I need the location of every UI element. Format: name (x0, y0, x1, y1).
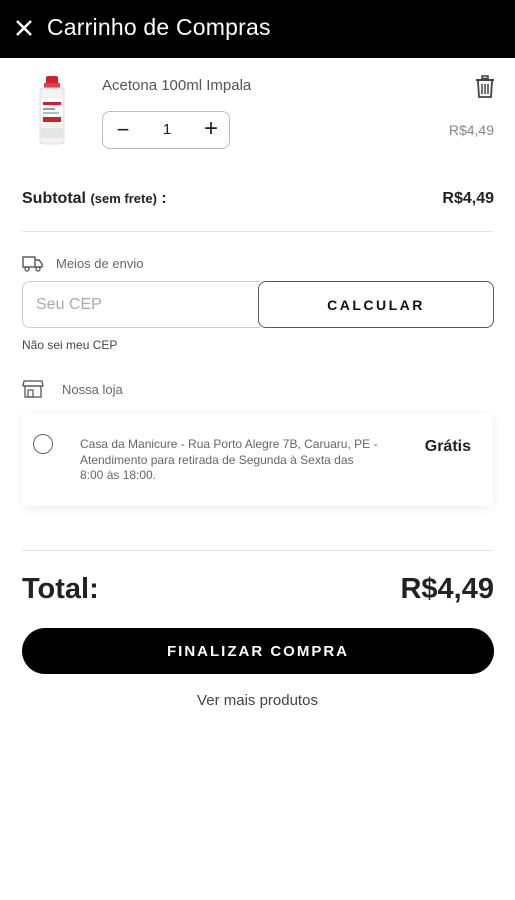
total-value: R$4,49 (400, 573, 494, 605)
close-icon[interactable] (14, 17, 34, 39)
store-description: Casa da Manicure - Rua Porto Alegre 7B, … (80, 437, 378, 482)
store-label: Nossa loja (62, 382, 123, 397)
cep-input[interactable] (22, 281, 260, 328)
item-price: R$4,49 (448, 122, 494, 138)
quantity-stepper: − 1 + (102, 111, 230, 149)
subtotal-label: Subtotal (sem frete) : (22, 190, 167, 207)
increase-quantity-button[interactable]: + (201, 117, 221, 141)
subtotal-colon: : (156, 190, 167, 207)
cart-header: Carrinho de Compras (0, 0, 515, 58)
pickup-radio[interactable] (33, 434, 53, 454)
pickup-price: Grátis (424, 438, 471, 455)
subtotal-note: (sem frete) (90, 191, 157, 206)
more-products-link[interactable]: Ver mais produtos (0, 692, 515, 709)
product-name[interactable]: Acetona 100ml Impala (102, 77, 251, 94)
shipping-label: Meios de envio (56, 256, 144, 271)
page-title: Carrinho de Compras (47, 14, 271, 40)
decrease-quantity-button[interactable]: − (113, 119, 133, 141)
unknown-cep-link[interactable]: Não sei meu CEP (22, 338, 117, 352)
trash-icon[interactable] (474, 75, 496, 99)
quantity-value[interactable]: 1 (157, 121, 177, 138)
calculate-shipping-button[interactable]: CALCULAR (258, 281, 494, 328)
truck-icon (22, 256, 43, 272)
subtotal-value: R$4,49 (442, 190, 494, 207)
checkout-button[interactable]: FINALIZAR COMPRA (22, 628, 494, 674)
divider (22, 550, 493, 551)
divider (22, 231, 493, 232)
product-image[interactable] (30, 74, 74, 148)
store-pickup-option[interactable]: Casa da Manicure - Rua Porto Alegre 7B, … (22, 413, 493, 506)
total-label: Total: (22, 573, 99, 605)
store-icon (22, 380, 44, 398)
